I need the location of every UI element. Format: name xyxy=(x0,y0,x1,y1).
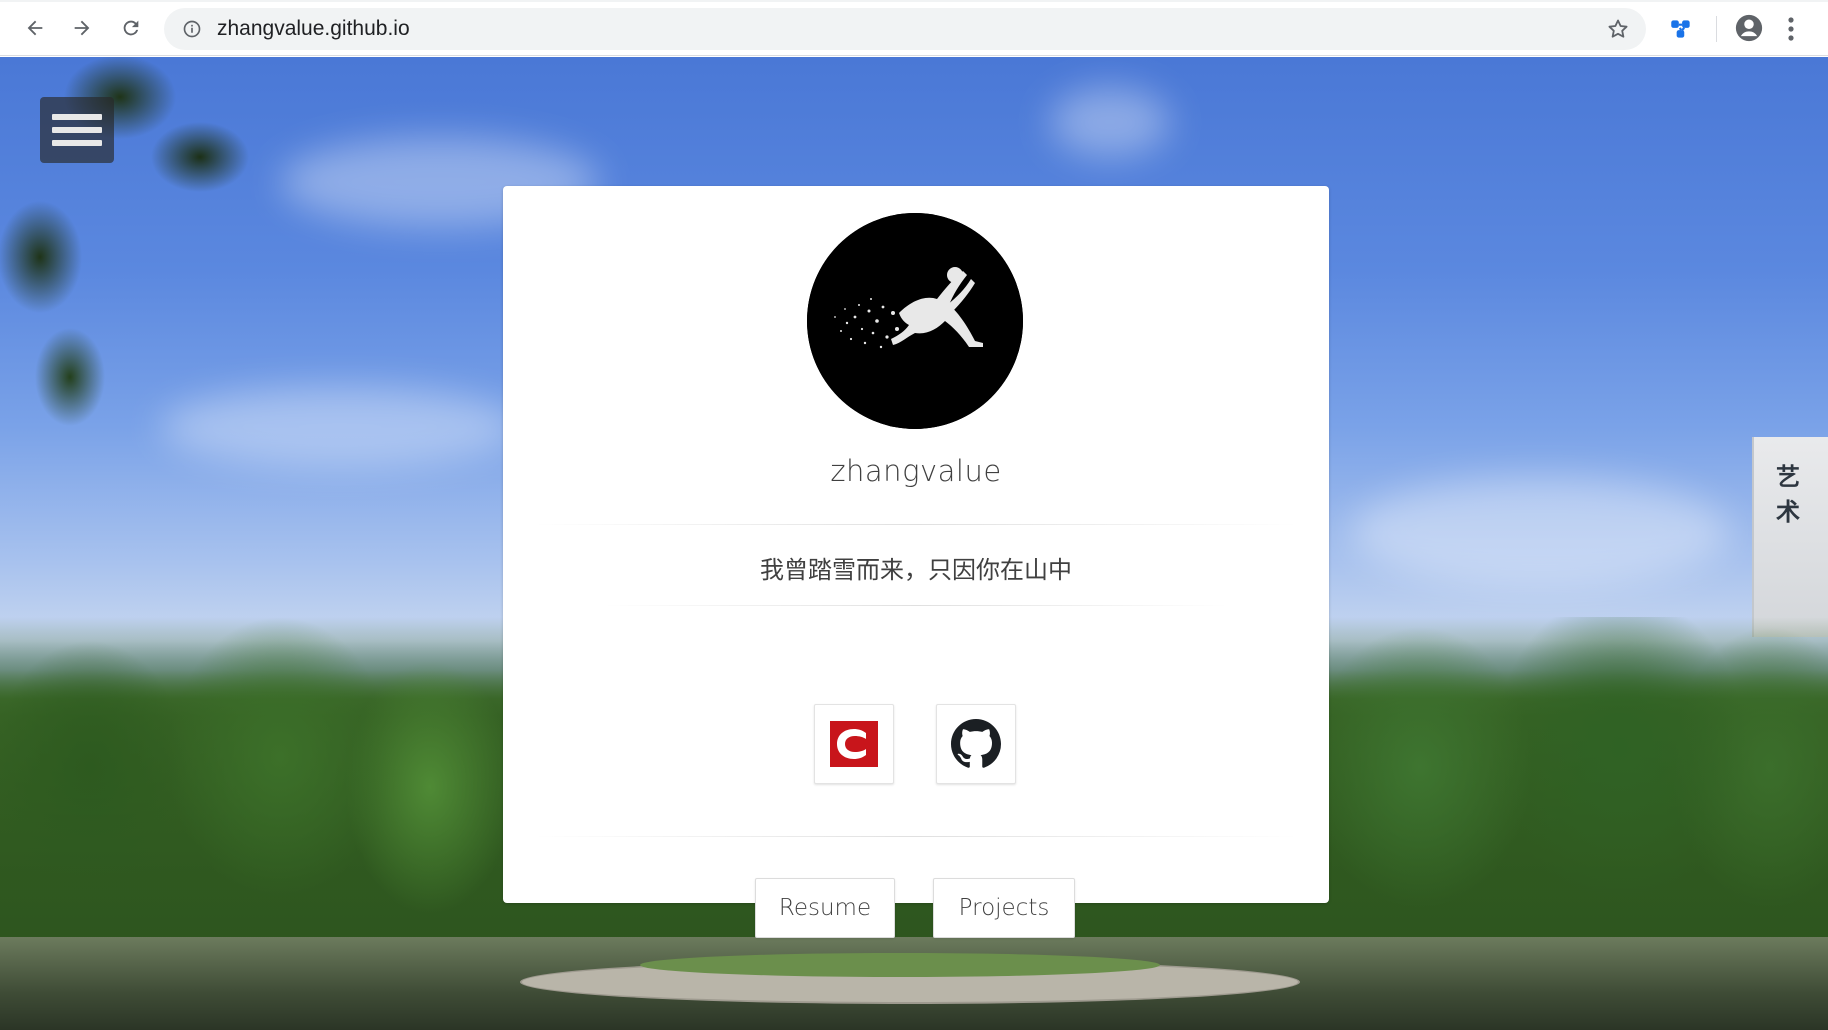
back-button[interactable] xyxy=(16,9,54,47)
profile-card: zhangvalue 我曾踏雪而来，只因你在山中 Resume Projects xyxy=(503,186,1329,938)
more-vert-icon[interactable] xyxy=(1786,15,1796,43)
address-bar[interactable]: zhangvalue.github.io xyxy=(164,8,1646,50)
csdn-link-button[interactable] xyxy=(814,704,894,784)
hamburger-icon-bar xyxy=(52,114,102,120)
reload-button[interactable] xyxy=(112,9,150,47)
menu-toggle-button[interactable] xyxy=(40,97,114,163)
loading-bar xyxy=(0,0,1828,2)
cloud xyxy=(1350,477,1730,587)
cloud xyxy=(1050,87,1170,157)
building-sign: 艺 术 xyxy=(1776,463,1800,526)
url-text[interactable]: zhangvalue.github.io xyxy=(217,17,410,41)
resume-link-button[interactable]: Resume xyxy=(755,878,895,938)
github-link-button[interactable] xyxy=(936,704,1016,784)
island-lawn xyxy=(640,953,1160,977)
projects-link-button[interactable]: Projects xyxy=(933,878,1075,938)
hamburger-icon-bar xyxy=(52,140,102,146)
site-info-icon[interactable] xyxy=(181,18,203,40)
profile-username: zhangvalue xyxy=(830,454,1002,488)
avatar xyxy=(807,213,1023,429)
page-viewport: 艺 术 zhangvalue 我曾踏雪而来，只因你在山中 Resume Proj… xyxy=(0,57,1828,1030)
forward-button[interactable] xyxy=(63,9,101,47)
reload-icon xyxy=(123,20,139,36)
account-icon[interactable] xyxy=(1734,13,1764,43)
bookmark-star-icon[interactable] xyxy=(1606,17,1630,41)
browser-toolbar: zhangvalue.github.io xyxy=(0,0,1828,56)
divider xyxy=(533,524,1299,525)
profile-motto: 我曾踏雪而来，只因你在山中 xyxy=(760,556,1072,584)
divider xyxy=(533,836,1299,837)
github-icon xyxy=(951,719,1001,768)
arrow-left-icon xyxy=(27,20,43,36)
divider xyxy=(603,605,1229,606)
extension-icon[interactable] xyxy=(1668,16,1694,42)
hamburger-icon-bar xyxy=(52,127,102,133)
leaping-figure-image xyxy=(807,213,1023,429)
arrow-right-icon xyxy=(74,20,90,36)
toolbar-divider xyxy=(1716,16,1717,42)
csdn-icon xyxy=(830,721,878,767)
